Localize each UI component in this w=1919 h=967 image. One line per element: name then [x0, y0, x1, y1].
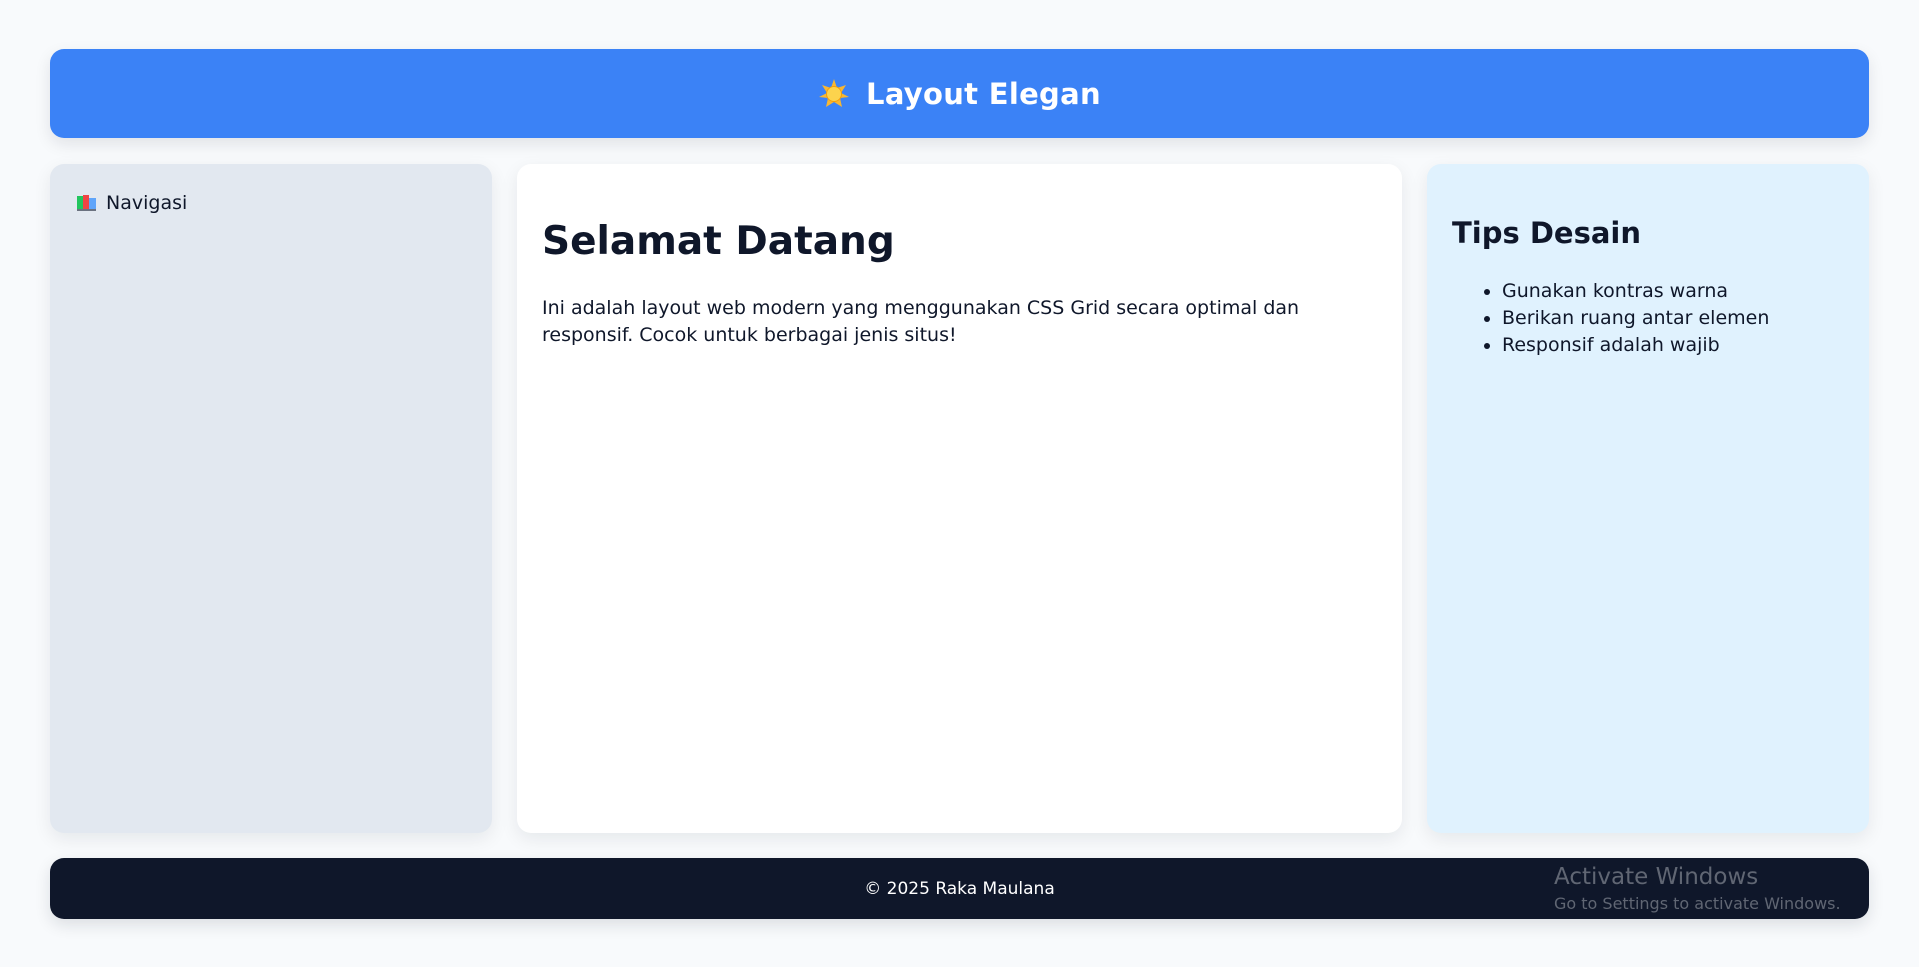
sun-icon [818, 78, 850, 110]
tips-panel: Tips Desain Gunakan kontras warna Berika… [1427, 164, 1869, 833]
nav-heading[interactable]: Navigasi [76, 192, 466, 214]
main-paragraph: Ini adalah layout web modern yang menggu… [542, 296, 1300, 346]
site-footer: © 2025 Raka Maulana [50, 858, 1869, 919]
site-title: Layout Elegan [866, 76, 1101, 111]
nav-label: Navigasi [106, 192, 188, 214]
site-header: Layout Elegan [50, 49, 1869, 138]
sidebar: Navigasi [50, 164, 492, 833]
list-item: Responsif adalah wajib [1502, 332, 1844, 359]
tips-title: Tips Desain [1452, 216, 1641, 250]
content-grid: Navigasi Selamat Datang Ini adalah layou… [50, 164, 1869, 833]
list-item: Berikan ruang antar elemen [1502, 305, 1844, 332]
tips-list: Gunakan kontras warna Berikan ruang anta… [1452, 278, 1844, 359]
main-title: Selamat Datang [542, 219, 895, 264]
main-content: Selamat Datang Ini adalah layout web mod… [517, 164, 1402, 833]
footer-text: © 2025 Raka Maulana [864, 878, 1055, 899]
books-icon [76, 194, 98, 212]
list-item: Gunakan kontras warna [1502, 278, 1844, 305]
page: Layout Elegan Navigasi Selamat Datang In… [0, 0, 1919, 967]
